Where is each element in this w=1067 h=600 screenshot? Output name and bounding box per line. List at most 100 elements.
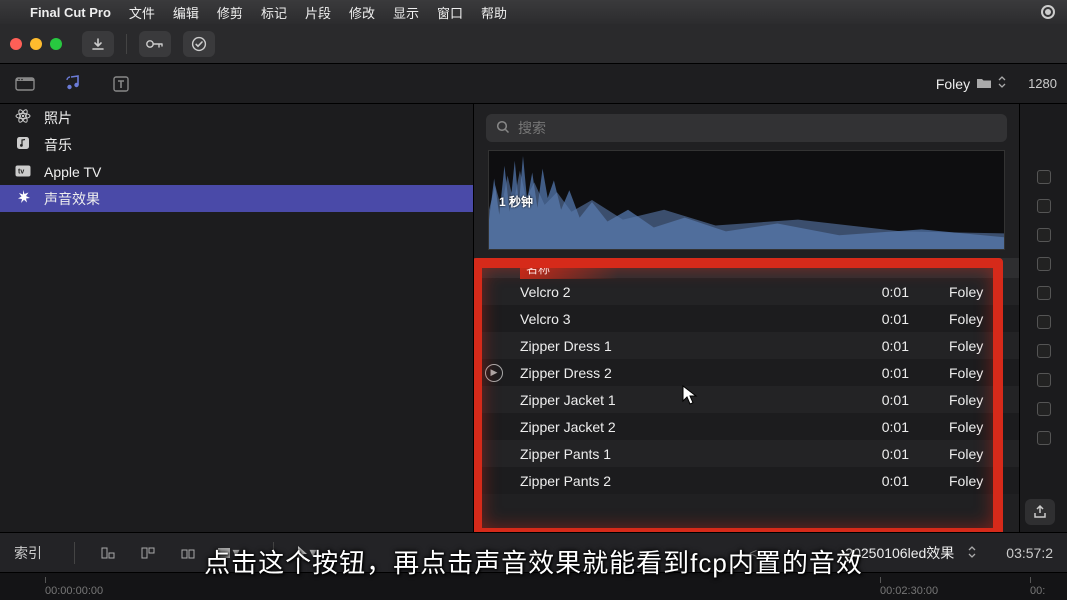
column-name-header[interactable]: 名称 bbox=[520, 258, 660, 279]
table-row[interactable]: Velcro 20:01Foley bbox=[474, 278, 1019, 305]
inspector-checkbox-column bbox=[1019, 104, 1067, 532]
checkbox[interactable] bbox=[1037, 402, 1051, 416]
sidebar-item-photos[interactable]: 照片 bbox=[0, 104, 473, 131]
ruler-tick: 00:00:00:00 bbox=[45, 577, 103, 597]
sound-name: Velcro 3 bbox=[514, 311, 839, 327]
sound-duration: 0:01 bbox=[839, 284, 909, 300]
sound-duration: 0:01 bbox=[839, 365, 909, 381]
photos-music-tab-icon[interactable] bbox=[58, 70, 88, 98]
close-window-button[interactable] bbox=[10, 38, 22, 50]
table-row[interactable]: ▶Zipper Dress 20:01Foley bbox=[474, 359, 1019, 386]
checkbox[interactable] bbox=[1037, 373, 1051, 387]
table-row[interactable]: Zipper Pants 10:01Foley bbox=[474, 440, 1019, 467]
macos-menubar: Final Cut Pro 文件 编辑 修剪 标记 片段 修改 显示 窗口 帮助 bbox=[0, 0, 1067, 24]
atom-icon bbox=[14, 108, 32, 127]
index-button[interactable]: 索引 bbox=[14, 543, 42, 563]
scrub-arrow-icon[interactable]: < bbox=[749, 545, 757, 561]
checkbox[interactable] bbox=[1037, 431, 1051, 445]
sound-category: Foley bbox=[909, 311, 1019, 327]
checkbox[interactable] bbox=[1037, 257, 1051, 271]
svg-text:tv: tv bbox=[18, 168, 24, 175]
checkbox[interactable] bbox=[1037, 170, 1051, 184]
minimize-window-button[interactable] bbox=[30, 38, 42, 50]
insert-clip-icon[interactable] bbox=[135, 542, 161, 564]
chevron-updown-icon[interactable] bbox=[968, 545, 976, 561]
table-row[interactable]: Velcro 30:01Foley bbox=[474, 305, 1019, 332]
folder-icon bbox=[976, 76, 992, 92]
ruler-tick: 00:02:30:00 bbox=[880, 577, 938, 597]
sidebar-item-sound-effects[interactable]: 声音效果 bbox=[0, 185, 473, 212]
menu-view[interactable]: 显示 bbox=[393, 3, 419, 22]
sound-name: Zipper Pants 1 bbox=[514, 446, 839, 462]
window-traffic-lights bbox=[10, 38, 62, 50]
sound-category: Foley bbox=[909, 365, 1019, 381]
burst-icon bbox=[14, 189, 32, 208]
sidebar-item-appletv[interactable]: tv Apple TV bbox=[0, 158, 473, 185]
checkbox[interactable] bbox=[1037, 199, 1051, 213]
sidebar-item-label: 照片 bbox=[44, 108, 72, 128]
zoom-window-button[interactable] bbox=[50, 38, 62, 50]
sidebar-item-music[interactable]: 音乐 bbox=[0, 131, 473, 158]
music-icon bbox=[14, 136, 32, 153]
checkbox[interactable] bbox=[1037, 228, 1051, 242]
table-row[interactable]: Zipper Jacket 10:01Foley bbox=[474, 386, 1019, 413]
waveform-duration-label: 1 秒钟 bbox=[499, 193, 533, 210]
table-row[interactable]: Zipper Jacket 20:01Foley bbox=[474, 413, 1019, 440]
sound-category: Foley bbox=[909, 392, 1019, 408]
ruler-tick: 00: bbox=[1030, 577, 1045, 597]
app-name[interactable]: Final Cut Pro bbox=[30, 5, 111, 20]
appletv-icon: tv bbox=[14, 164, 32, 180]
share-button[interactable] bbox=[1025, 499, 1055, 525]
overwrite-clip-icon[interactable]: ▾ bbox=[215, 542, 241, 564]
browser-tab-bar: Foley 1280 bbox=[0, 64, 1067, 104]
menu-edit[interactable]: 编辑 bbox=[173, 3, 199, 22]
menu-help[interactable]: 帮助 bbox=[481, 3, 507, 22]
connect-clip-icon[interactable] bbox=[95, 542, 121, 564]
sound-duration: 0:01 bbox=[839, 419, 909, 435]
sidebar: 照片 音乐 tv Apple TV 声音效果 bbox=[0, 104, 474, 532]
background-tasks-button[interactable] bbox=[183, 31, 215, 57]
waveform-preview[interactable]: 1 秒钟 bbox=[488, 150, 1005, 250]
search-icon bbox=[496, 120, 510, 137]
select-tool-icon[interactable]: ▾ bbox=[294, 542, 320, 564]
sound-list: 名称 Velcro 20:01FoleyVelcro 30:01FoleyZip… bbox=[474, 258, 1019, 532]
table-header[interactable]: 名称 bbox=[474, 258, 1019, 278]
timecode-label: 03:57:2 bbox=[1006, 545, 1053, 561]
titles-tab-icon[interactable] bbox=[106, 70, 136, 98]
checkbox[interactable] bbox=[1037, 344, 1051, 358]
table-row[interactable]: Zipper Dress 10:01Foley bbox=[474, 332, 1019, 359]
sound-duration: 0:01 bbox=[839, 446, 909, 462]
menu-modify[interactable]: 修改 bbox=[349, 3, 375, 22]
play-preview-button[interactable]: ▶ bbox=[474, 364, 514, 382]
sound-category: Foley bbox=[909, 419, 1019, 435]
browser-content: 1 秒钟 名称 Velcro 20:01FoleyVelcro 30:01Fol… bbox=[474, 104, 1019, 532]
library-tab-icon[interactable] bbox=[10, 70, 40, 98]
search-input[interactable] bbox=[518, 120, 997, 136]
project-name-label[interactable]: 20250106led效果 bbox=[845, 543, 954, 563]
screen-record-icon[interactable] bbox=[1041, 5, 1055, 19]
append-clip-icon[interactable] bbox=[175, 542, 201, 564]
sound-category: Foley bbox=[909, 338, 1019, 354]
menu-clip[interactable]: 片段 bbox=[305, 3, 331, 22]
table-row[interactable]: Zipper Pants 20:01Foley bbox=[474, 467, 1019, 494]
sound-category: Foley bbox=[909, 284, 1019, 300]
keyword-button[interactable] bbox=[139, 31, 171, 57]
menu-mark[interactable]: 标记 bbox=[261, 3, 287, 22]
menu-window[interactable]: 窗口 bbox=[437, 3, 463, 22]
menu-trim[interactable]: 修剪 bbox=[217, 3, 243, 22]
category-dropdown-label[interactable]: Foley bbox=[936, 76, 970, 92]
sidebar-item-label: Apple TV bbox=[44, 164, 101, 180]
menu-file[interactable]: 文件 bbox=[129, 3, 155, 22]
chevron-updown-icon[interactable] bbox=[998, 76, 1006, 91]
timeline-ruler[interactable]: 00:00:00:00 00:02:30:00 00: bbox=[0, 572, 1067, 600]
sound-name: Zipper Pants 2 bbox=[514, 473, 839, 489]
sound-duration: 0:01 bbox=[839, 473, 909, 489]
sidebar-item-label: 音乐 bbox=[44, 135, 72, 155]
window-toolbar bbox=[0, 24, 1067, 64]
import-button[interactable] bbox=[82, 31, 114, 57]
checkbox[interactable] bbox=[1037, 286, 1051, 300]
main-area: 照片 音乐 tv Apple TV 声音效果 bbox=[0, 104, 1067, 532]
checkbox[interactable] bbox=[1037, 315, 1051, 329]
timeline-toolbar: 索引 ▾ ▾ < 20250106led效果 03:57:2 bbox=[0, 532, 1067, 572]
search-input-wrap[interactable] bbox=[486, 114, 1007, 142]
